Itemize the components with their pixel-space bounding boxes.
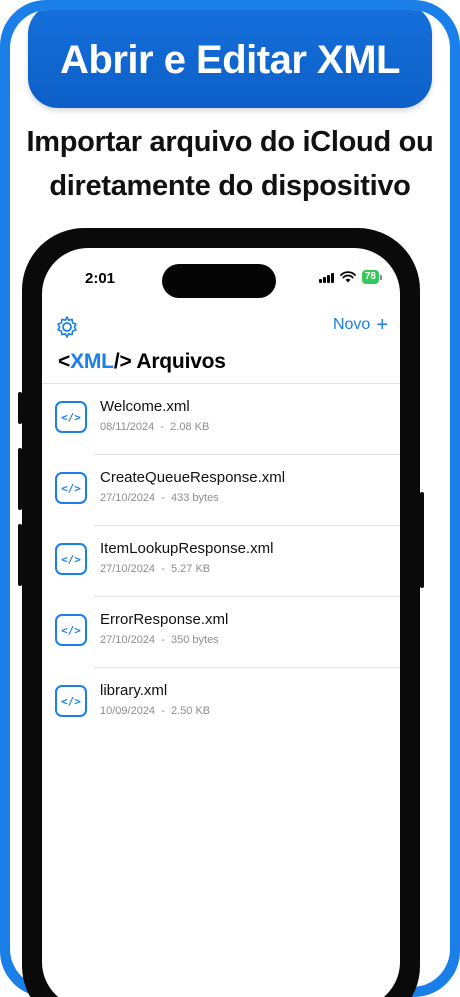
plus-icon: +	[376, 314, 388, 336]
subtitle-line-2: diretamente do dispositivo	[49, 170, 411, 202]
promo-subtitle: Importar arquivo do iCloud ou diretament…	[10, 120, 450, 208]
new-file-label: Novo	[332, 316, 371, 333]
file-name: library.xml	[100, 682, 168, 699]
phone-mockup: 2:01 78 Novo + <XML/> Arquivos </> Welco…	[18, 228, 424, 997]
title-suffix: />	[113, 350, 132, 373]
wifi-icon	[339, 271, 356, 283]
phone-volume-up-button	[18, 448, 22, 510]
phone-volume-down-button	[18, 524, 22, 586]
subtitle-line-1: Importar arquivo do iCloud ou	[26, 126, 434, 158]
file-meta: 27/10/2024 - 5.27 KB	[100, 561, 273, 577]
phone-power-button	[420, 492, 424, 588]
file-name: ItemLookupResponse.xml	[100, 540, 274, 557]
title-brand: XML	[70, 350, 114, 373]
file-meta: 08/11/2024 - 2.08 KB	[100, 419, 209, 435]
list-item[interactable]: </> ItemLookupResponse.xml 27/10/2024 - …	[42, 526, 400, 597]
battery-level: 78	[361, 270, 379, 284]
file-size: 2.08 KB	[170, 421, 210, 433]
file-name: ErrorResponse.xml	[100, 611, 229, 628]
meta-separator: -	[161, 563, 165, 575]
gear-icon[interactable]	[54, 314, 80, 340]
title-prefix: <	[58, 350, 71, 373]
dynamic-island	[162, 264, 276, 298]
file-size: 350 bytes	[170, 634, 219, 646]
file-list: </> Welcome.xml 08/11/2024 - 2.08 KB </>…	[42, 384, 400, 739]
file-date: 27/10/2024	[100, 634, 156, 646]
phone-action-button	[18, 392, 22, 424]
battery-icon: 78	[361, 270, 382, 284]
file-name: CreateQueueResponse.xml	[100, 469, 286, 486]
status-time: 2:01	[85, 270, 116, 287]
xml-file-icon: </>	[55, 543, 87, 575]
headline-text: Abrir e Editar XML	[60, 37, 400, 82]
meta-separator: -	[161, 492, 165, 504]
list-item[interactable]: </> library.xml 10/09/2024 - 2.50 KB	[42, 668, 400, 739]
xml-file-icon: </>	[55, 401, 87, 433]
list-item[interactable]: </> CreateQueueResponse.xml 27/10/2024 -…	[42, 455, 400, 526]
list-item[interactable]: </> ErrorResponse.xml 27/10/2024 - 350 b…	[42, 597, 400, 668]
nav-bar: Novo +	[42, 310, 400, 346]
file-meta: 10/09/2024 - 2.50 KB	[100, 703, 210, 719]
file-size: 2.50 KB	[170, 705, 211, 717]
headline-banner: Abrir e Editar XML	[28, 10, 432, 108]
list-item[interactable]: </> Welcome.xml 08/11/2024 - 2.08 KB	[42, 384, 400, 455]
page-title: <XML/> Arquivos	[58, 350, 226, 374]
xml-file-icon: </>	[55, 472, 87, 504]
file-size: 433 bytes	[170, 492, 219, 504]
meta-separator: -	[160, 421, 165, 433]
file-date: 27/10/2024	[100, 492, 156, 504]
file-meta: 27/10/2024 - 433 bytes	[100, 490, 285, 506]
file-date: 27/10/2024	[100, 563, 156, 575]
cellular-signal-icon	[318, 272, 334, 283]
meta-separator: -	[161, 705, 165, 717]
phone-screen: 2:01 78 Novo + <XML/> Arquivos </> Welco…	[42, 248, 400, 997]
file-meta: 27/10/2024 - 350 bytes	[100, 632, 228, 648]
file-name: Welcome.xml	[100, 398, 190, 415]
xml-file-icon: </>	[55, 614, 87, 646]
title-rest: Arquivos	[131, 350, 226, 373]
status-icons: 78	[318, 270, 382, 284]
file-size: 5.27 KB	[170, 563, 211, 575]
file-date: 10/09/2024	[100, 705, 156, 717]
new-file-button[interactable]: Novo +	[332, 314, 388, 336]
meta-separator: -	[161, 634, 165, 646]
xml-file-icon: </>	[55, 685, 87, 717]
file-date: 08/11/2024	[100, 421, 155, 433]
